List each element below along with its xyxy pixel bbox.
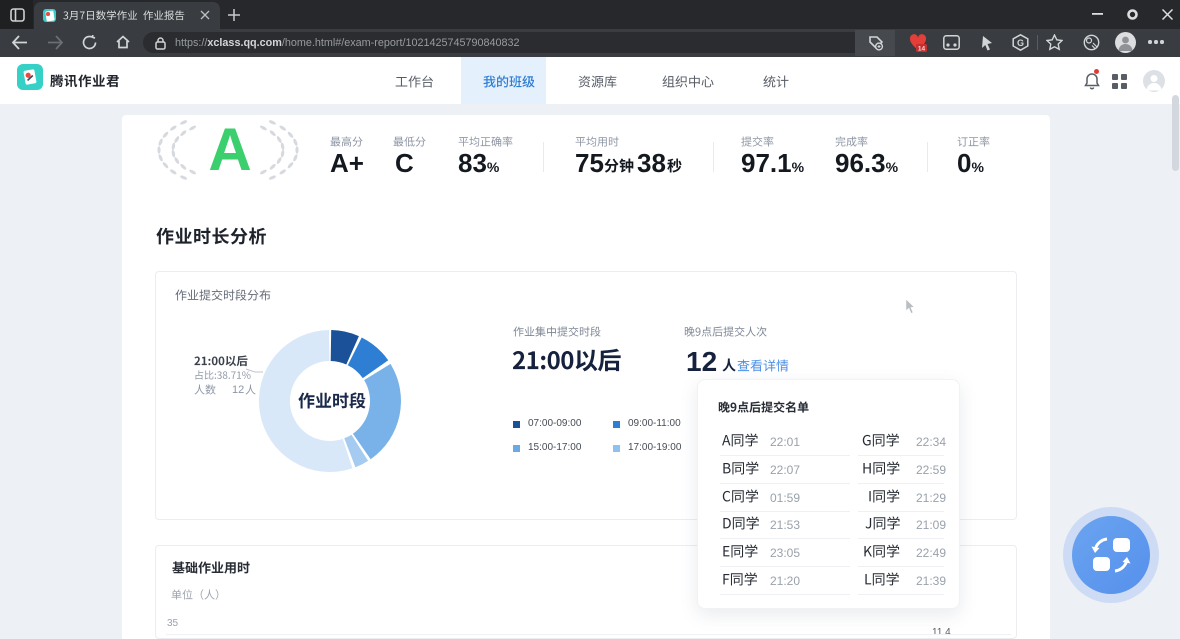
svg-text:G: G xyxy=(1017,38,1024,48)
svg-text:14: 14 xyxy=(918,46,926,53)
